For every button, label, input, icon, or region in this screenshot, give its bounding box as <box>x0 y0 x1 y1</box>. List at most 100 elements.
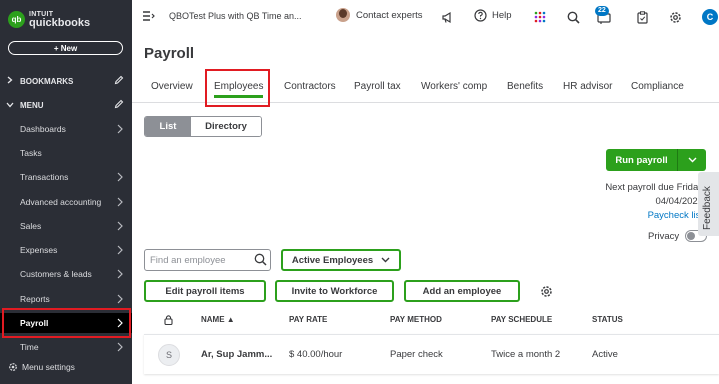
sidebar-item-customers-leads[interactable]: Customers & leads <box>0 264 132 284</box>
chevron-right-icon <box>0 76 20 86</box>
chevron-right-icon <box>117 342 123 352</box>
sidebar-item-advanced-accounting[interactable]: Advanced accounting <box>0 192 132 212</box>
megaphone-icon[interactable] <box>439 9 455 25</box>
pay-schedule: Twice a month 2 <box>491 349 561 360</box>
employee-status-dropdown[interactable]: Active Employees <box>281 249 401 271</box>
tab-payroll-tax[interactable]: Payroll tax <box>354 81 401 92</box>
sidebar-item-label: Tasks <box>20 148 42 158</box>
search-input[interactable] <box>144 249 271 271</box>
sidebar-item-time[interactable]: Time <box>0 337 132 357</box>
feedback-tab[interactable]: Feedback <box>698 172 719 236</box>
employee-avatar: S <box>158 344 180 366</box>
column-header-pay-schedule[interactable]: PAY SCHEDULE <box>491 315 552 324</box>
next-payroll-date: 04/04/2025 <box>655 196 703 207</box>
gear-icon[interactable] <box>540 285 553 298</box>
employee-status: Active <box>592 349 618 360</box>
sidebar-item-label: Expenses <box>20 245 58 255</box>
sidebar-item-transactions[interactable]: Transactions <box>0 167 132 187</box>
contact-experts-button[interactable]: Contact experts <box>336 8 423 22</box>
chevron-right-icon <box>117 172 123 182</box>
column-header-pay-rate[interactable]: PAY RATE <box>289 315 327 324</box>
notification-count-badge: 22 <box>595 6 609 16</box>
sidebar-item-dashboards[interactable]: Dashboards <box>0 119 132 139</box>
run-payroll-label[interactable]: Run payroll <box>606 149 678 171</box>
main-content: Payroll Overview Employees Contractors P… <box>132 34 719 384</box>
lock-icon <box>164 315 173 325</box>
directory-view-button[interactable]: Directory <box>191 117 261 136</box>
edit-payroll-items-button[interactable]: Edit payroll items <box>144 280 266 302</box>
menu-label: MENU <box>20 100 44 110</box>
add-employee-button[interactable]: Add an employee <box>404 280 520 302</box>
help-label: Help <box>492 10 512 21</box>
payroll-highlight-box <box>2 308 131 338</box>
tab-compliance[interactable]: Compliance <box>631 81 684 92</box>
bookmarks-label: BOOKMARKS <box>20 76 74 86</box>
help-button[interactable]: Help <box>474 9 512 22</box>
sidebar-item-label: Time <box>20 342 39 352</box>
contact-experts-label: Contact experts <box>356 9 423 21</box>
chevron-down-icon <box>381 257 390 263</box>
table-row[interactable]: S Ar, Sup Jamm... $ 40.00/hour Paper che… <box>144 334 719 374</box>
next-payroll-info: Next payroll due Friday 04/04/2025 Paych… <box>605 181 703 223</box>
chevron-right-icon <box>117 197 123 207</box>
pencil-icon[interactable] <box>114 99 124 109</box>
logo-text: INTUIT quickbooks <box>29 10 91 29</box>
company-name[interactable]: QBOTest Plus with QB Time an... <box>169 11 302 21</box>
sidebar-item-label: Customers & leads <box>20 269 92 279</box>
sidebar-item-label: Sales <box>20 221 42 231</box>
privacy-label: Privacy <box>648 230 680 242</box>
page-title: Payroll <box>144 45 195 62</box>
sidebar-item-label: Advanced accounting <box>20 197 102 207</box>
chevron-right-icon <box>117 269 123 279</box>
menu-settings-label: Menu settings <box>22 362 75 372</box>
status-dropdown-label: Active Employees <box>291 254 374 266</box>
sidebar-item-tasks[interactable]: Tasks <box>0 143 132 163</box>
collapse-menu-icon[interactable] <box>143 11 155 21</box>
pay-method: Paper check <box>390 349 443 360</box>
employees-tab-highlight-box <box>205 69 270 107</box>
user-avatar[interactable]: C <box>702 9 718 25</box>
tab-benefits[interactable]: Benefits <box>507 81 543 92</box>
table-header: NAME ▲ PAY RATE PAY METHOD PAY SCHEDULE … <box>144 310 719 332</box>
run-payroll-button: Run payroll <box>606 149 706 171</box>
column-header-status[interactable]: STATUS <box>592 315 623 324</box>
clipboard-icon[interactable] <box>634 9 650 25</box>
chevron-down-icon[interactable] <box>678 149 706 171</box>
paycheck-list-link[interactable]: Paycheck list <box>605 209 703 223</box>
apps-grid-icon[interactable] <box>532 9 548 25</box>
sidebar-item-sales[interactable]: Sales <box>0 216 132 236</box>
column-header-name[interactable]: NAME ▲ <box>201 315 235 324</box>
search-icon[interactable] <box>254 253 267 266</box>
view-toggle: List Directory <box>144 116 262 137</box>
quickbooks-logo[interactable]: qb INTUIT quickbooks <box>8 10 91 29</box>
expert-avatar <box>336 8 350 22</box>
gear-icon <box>9 363 17 371</box>
chevron-right-icon <box>117 221 123 231</box>
column-header-pay-method[interactable]: PAY METHOD <box>390 315 442 324</box>
sidebar-item-expenses[interactable]: Expenses <box>0 240 132 260</box>
tab-workers-comp[interactable]: Workers' comp <box>421 81 487 92</box>
sidebar-item-reports[interactable]: Reports <box>0 289 132 309</box>
sidebar: qb INTUIT quickbooks + New BOOKMARKS MEN… <box>0 0 132 384</box>
feedback-label: Feedback <box>702 186 713 230</box>
employee-name[interactable]: Ar, Sup Jamm... <box>201 349 272 360</box>
menu-settings-button[interactable]: Menu settings <box>8 362 75 372</box>
next-payroll-due: Next payroll due Friday <box>605 182 703 193</box>
sidebar-item-label: Dashboards <box>20 124 66 134</box>
tab-overview[interactable]: Overview <box>151 81 193 92</box>
logo-quickbooks: quickbooks <box>29 17 91 29</box>
pencil-icon[interactable] <box>114 75 124 85</box>
tab-contractors[interactable]: Contractors <box>284 81 336 92</box>
qb-logo-icon: qb <box>8 10 25 28</box>
bookmarks-header[interactable]: BOOKMARKS <box>0 73 132 89</box>
new-button[interactable]: + New <box>8 41 123 55</box>
chevron-down-icon <box>0 100 20 110</box>
sidebar-item-label: Reports <box>20 294 50 304</box>
search-icon[interactable] <box>565 9 581 25</box>
list-view-button[interactable]: List <box>145 117 191 136</box>
settings-gear-icon[interactable] <box>667 9 683 25</box>
invite-to-workforce-button[interactable]: Invite to Workforce <box>275 280 394 302</box>
menu-header[interactable]: MENU <box>0 97 132 113</box>
tab-hr-advisor[interactable]: HR advisor <box>563 81 612 92</box>
help-icon <box>474 9 487 22</box>
